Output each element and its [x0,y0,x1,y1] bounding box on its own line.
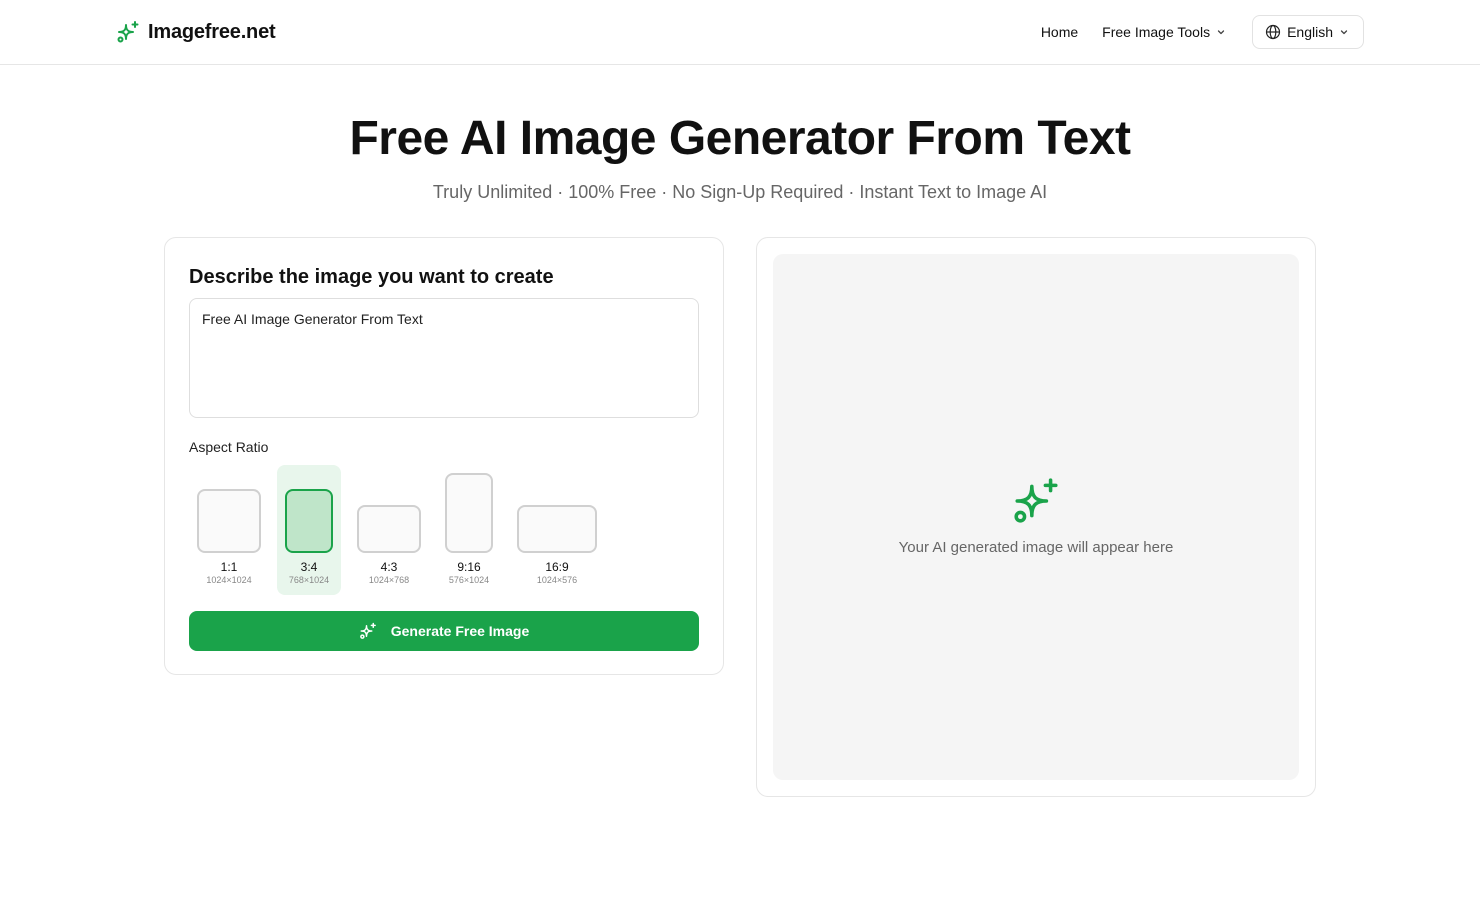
nav-tools-label: Free Image Tools [1102,24,1211,40]
sparkles-icon [1014,478,1058,523]
generate-button-label: Generate Free Image [390,623,530,639]
ratio-option-3-4[interactable]: 3:4 768×1024 [277,465,341,595]
ratio-label: 4:3 [380,560,398,574]
ratio-preview-shape [445,473,493,553]
site-header: Imagefree.net Home Free Image Tools Engl… [0,0,1480,65]
ratio-size: 576×1024 [448,575,490,585]
aspect-ratio-label: Aspect Ratio [189,439,269,455]
ratio-label: 16:9 [545,560,569,574]
preview-card: Your AI generated image will appear here [756,237,1316,797]
generate-button[interactable]: Generate Free Image [189,611,699,651]
brand-name: Imagefree.net [148,20,276,43]
ratio-size: 1024×1024 [206,575,252,585]
ratio-size: 1024×768 [368,575,410,585]
ratio-preview-shape [517,505,597,553]
prompt-input[interactable]: Free AI Image Generator From Text [189,298,699,418]
ratio-label: 3:4 [300,560,318,574]
ratio-preview-shape [285,489,333,553]
ratio-size: 1024×576 [536,575,578,585]
chevron-down-icon [1217,30,1225,35]
ratio-option-4-3[interactable]: 4:3 1024×768 [349,465,429,595]
language-label: English [1287,24,1333,40]
language-selector[interactable]: English [1252,15,1364,49]
main-nav: Home Free Image Tools English [1041,15,1364,49]
generator-form-card: Describe the image you want to create Fr… [164,237,724,675]
ratio-preview-shape [197,489,261,553]
ratio-size: 768×1024 [288,575,330,585]
sparkles-icon [117,21,139,43]
chevron-down-icon [1340,30,1348,35]
ratio-label: 9:16 [457,560,481,574]
ratio-preview-shape [357,505,421,553]
ratio-option-16-9[interactable]: 16:9 1024×576 [509,465,605,595]
sparkles-icon [359,622,376,639]
ratio-label: 1:1 [220,560,238,574]
brand-logo[interactable]: Imagefree.net [116,19,276,45]
form-heading: Describe the image you want to create [189,266,554,288]
nav-home-link[interactable]: Home [1041,24,1078,40]
ratio-option-9-16[interactable]: 9:16 576×1024 [437,465,501,595]
globe-icon [1265,24,1281,40]
page-title: Free AI Image Generator From Text [349,112,1131,165]
page-subtitle: Truly Unlimited · 100% Free · No Sign-Up… [432,182,1048,202]
nav-tools-dropdown[interactable]: Free Image Tools [1102,24,1226,40]
preview-placeholder-text: Your AI generated image will appear here [898,539,1174,556]
ratio-option-1-1[interactable]: 1:1 1024×1024 [189,465,269,595]
image-preview-area: Your AI generated image will appear here [773,254,1299,780]
